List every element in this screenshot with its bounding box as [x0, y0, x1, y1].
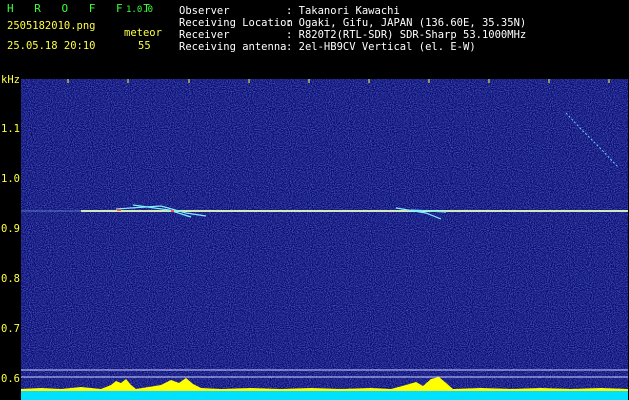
meter-base: [21, 391, 628, 400]
app-version: 1.0.0: [126, 5, 154, 15]
y-tick-label: 0.9: [1, 223, 20, 235]
y-tick-label: 0.8: [1, 273, 20, 285]
info-label-antenna: Receiving antenna: [179, 41, 287, 53]
spectrogram-noise: [21, 79, 628, 400]
y-axis-unit: kHz: [1, 74, 20, 86]
info-value-antenna: : 2el-HB9CV Vertical (el. E-W): [286, 41, 476, 53]
filename: 2505182010.png: [7, 20, 96, 32]
info-label-receiver: Receiver: [179, 29, 230, 41]
y-tick-label: 1.0: [1, 173, 20, 185]
info-value-receiver: : R820T2(RTL-SDR) SDR-Sharp 53.1000MHz: [286, 29, 527, 41]
spectrogram-plot: [21, 79, 628, 400]
info-value-observer: : Takanori Kawachi: [286, 5, 400, 17]
info-label-observer: Observer: [179, 5, 230, 17]
counter-label: meteor: [124, 27, 162, 39]
y-tick-label: 0.7: [1, 323, 20, 335]
datetime: 25.05.18 20:10: [7, 40, 96, 52]
info-label-location: Receiving Location: [179, 17, 293, 29]
y-tick-label: 0.6: [1, 373, 20, 385]
header-panel: H R O F F T 1.0.0 2505182010.png meteor …: [0, 0, 629, 73]
info-value-location: : Ogaki, Gifu, JAPAN (136.60E, 35.35N): [286, 17, 527, 29]
counter-value: 55: [138, 40, 151, 52]
y-tick-label: 1.1: [1, 123, 20, 135]
